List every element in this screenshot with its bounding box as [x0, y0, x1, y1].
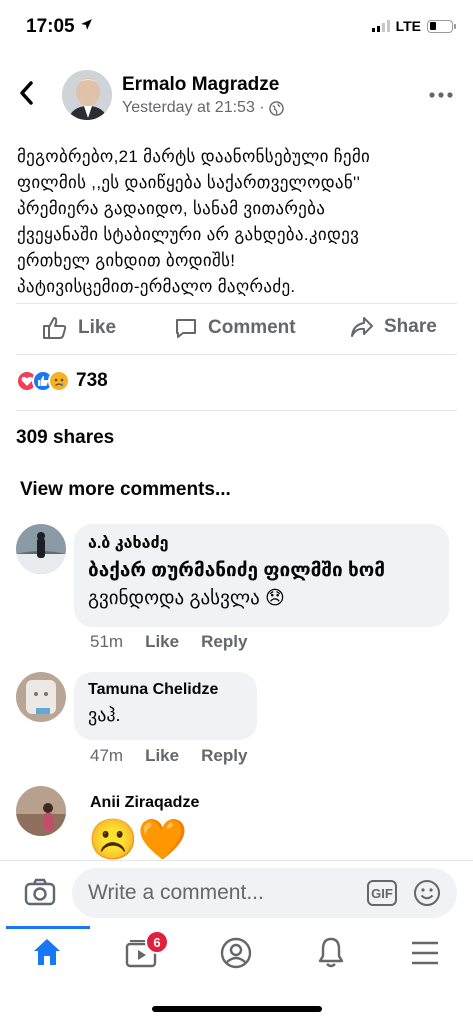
commenter-name[interactable]: ა.ბ კახაძე: [88, 533, 433, 553]
reactions-summary[interactable]: 738: [16, 370, 108, 392]
share-label: Share: [384, 316, 437, 337]
more-options-button[interactable]: [429, 82, 453, 102]
commenter-avatar[interactable]: [16, 524, 66, 574]
comment-reply-button[interactable]: Reply: [201, 746, 247, 766]
post-text-line: ფილმის ,,ეს დაიწყება საქართველოდან'': [17, 173, 361, 192]
post-timestamp: Yesterday at 21:53 ·: [122, 99, 265, 116]
post-text-line: მეგობრებო,21 მარტს დაანონსებული ჩემი: [17, 147, 371, 166]
comment-button[interactable]: Comment: [174, 316, 296, 340]
comment-text: ვაჰ.: [88, 705, 121, 725]
comment-text-line: ბაქარ თურმანიძე ფილმში ხომ: [88, 560, 386, 581]
sad-reaction-icon: [48, 370, 70, 392]
comment-bubble[interactable]: ა.ბ კახაძე ბაქარ თურმანიძე ფილმში ხომ გვ…: [74, 524, 449, 627]
share-arrow-icon: [351, 317, 373, 337]
thumbs-up-icon: [43, 317, 67, 339]
back-button[interactable]: [18, 80, 34, 112]
disappointed-emoji: 😞: [265, 588, 285, 609]
comment-like-button[interactable]: Like: [145, 632, 179, 652]
commenter-avatar[interactable]: [16, 672, 66, 722]
comment-emoji: ☹️🧡: [88, 818, 188, 862]
home-indicator: [152, 1006, 322, 1012]
comment-text-line: გვინდოდა გასვლა: [88, 588, 260, 609]
tab-home[interactable]: [31, 937, 63, 972]
more-dots-icon: [429, 92, 453, 98]
notification-badge: 6: [145, 930, 169, 954]
location-arrow-icon: [80, 19, 92, 30]
author-name[interactable]: Ermalo Magradze: [122, 74, 279, 96]
comment-reply-button[interactable]: Reply: [201, 632, 247, 652]
post-meta: Yesterday at 21:53 ·: [122, 99, 284, 117]
post-text-line: ქვეყანაში სტაბილური არ გახდება.კიდევ: [17, 225, 360, 244]
comment-label: Comment: [208, 317, 296, 338]
hamburger-menu-icon: [412, 941, 438, 965]
tab-notifications[interactable]: [316, 936, 346, 973]
comment-input[interactable]: [88, 881, 348, 905]
comment-time: 47m: [90, 746, 124, 765]
network-label: LTE: [395, 18, 421, 34]
commenter-avatar[interactable]: [16, 786, 66, 836]
comment-text: ბაქარ თურმანიძე ფილმში ხომ გვინდოდა გასვ…: [88, 557, 433, 613]
comment-meta: 51m Like Reply: [90, 632, 247, 652]
comment-icon: [176, 319, 196, 338]
gif-button[interactable]: GIF: [367, 880, 397, 906]
tab-menu[interactable]: [410, 940, 440, 971]
globe-icon: [268, 100, 284, 116]
emoji-button[interactable]: [413, 879, 441, 912]
post-text-line: პრემიერა გადაიდო, სანამ ვითარება: [17, 199, 326, 218]
status-indicators: LTE: [371, 18, 456, 34]
commenter-name[interactable]: Anii Ziraqadze: [90, 794, 199, 812]
like-label: Like: [78, 317, 117, 338]
battery-icon: [427, 19, 456, 33]
divider: [16, 354, 457, 355]
home-icon: [34, 939, 60, 965]
post-text: მეგობრებო,21 მარტს დაანონსებული ჩემი ფილ…: [17, 144, 457, 300]
profile-icon: [220, 937, 252, 969]
divider: [16, 303, 457, 304]
post-text-line: ერთხელ გიხდით ბოდიშს!: [17, 251, 236, 270]
status-time: 17:05: [26, 16, 93, 38]
shares-count[interactable]: 309 shares: [16, 427, 114, 449]
comment-time: 51m: [90, 632, 124, 651]
chevron-left-icon: [20, 81, 33, 105]
comment-input-field[interactable]: GIF: [72, 868, 457, 918]
tab-profile[interactable]: [220, 937, 252, 974]
view-more-comments-link[interactable]: View more comments...: [20, 479, 231, 501]
commenter-name[interactable]: Tamuna Chelidze: [88, 681, 241, 699]
smiley-icon: [414, 880, 440, 906]
signal-icon: [371, 20, 390, 32]
like-button[interactable]: Like: [42, 316, 116, 340]
comment-meta: 47m Like Reply: [90, 746, 247, 766]
comment-bubble[interactable]: Tamuna Chelidze ვაჰ.: [74, 672, 257, 740]
author-avatar[interactable]: [62, 70, 112, 120]
comment-like-button[interactable]: Like: [145, 746, 179, 766]
active-tab-indicator: [6, 926, 90, 929]
bell-icon: [318, 937, 344, 968]
divider: [16, 410, 457, 411]
reaction-count: 738: [76, 370, 108, 391]
camera-icon: [24, 878, 56, 906]
post-text-line: პატივისცემით-ერმალო მაღრაძე.: [17, 277, 296, 296]
camera-button[interactable]: [24, 877, 56, 912]
share-button[interactable]: Share: [350, 316, 437, 338]
